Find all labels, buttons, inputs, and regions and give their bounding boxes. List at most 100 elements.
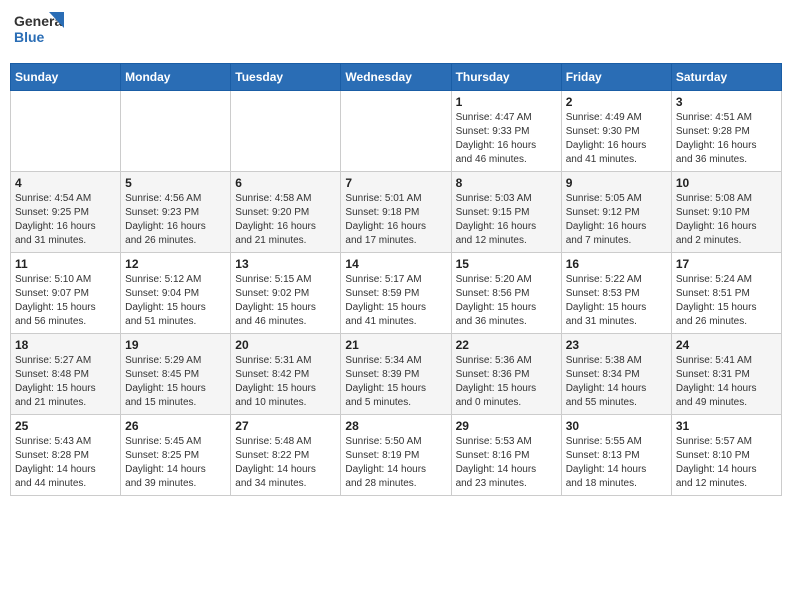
calendar-cell: [231, 91, 341, 172]
calendar-cell: 10Sunrise: 5:08 AMSunset: 9:10 PMDayligh…: [671, 172, 781, 253]
header-day-saturday: Saturday: [671, 64, 781, 91]
day-info-line: and 41 minutes.: [566, 153, 667, 167]
day-number: 23: [566, 338, 667, 352]
day-info-line: Daylight: 16 hours: [456, 220, 557, 234]
day-info-line: and 31 minutes.: [15, 234, 116, 248]
day-info-line: and 12 minutes.: [676, 477, 777, 491]
day-number: 6: [235, 176, 336, 190]
day-info-line: Sunrise: 5:01 AM: [345, 192, 446, 206]
day-info-line: Sunrise: 4:54 AM: [15, 192, 116, 206]
day-info-line: and 0 minutes.: [456, 396, 557, 410]
day-number: 28: [345, 419, 446, 433]
day-info-line: Sunset: 9:15 PM: [456, 206, 557, 220]
day-number: 13: [235, 257, 336, 271]
day-info-line: Sunrise: 5:31 AM: [235, 354, 336, 368]
day-info-line: Sunset: 9:02 PM: [235, 287, 336, 301]
day-info-line: Sunset: 9:20 PM: [235, 206, 336, 220]
day-info-line: and 41 minutes.: [345, 315, 446, 329]
day-number: 19: [125, 338, 226, 352]
calendar-cell: 11Sunrise: 5:10 AMSunset: 9:07 PMDayligh…: [11, 253, 121, 334]
day-info-line: Sunset: 8:39 PM: [345, 368, 446, 382]
day-info-line: and 34 minutes.: [235, 477, 336, 491]
day-info-line: Daylight: 15 hours: [235, 301, 336, 315]
day-info-line: and 2 minutes.: [676, 234, 777, 248]
header-day-tuesday: Tuesday: [231, 64, 341, 91]
day-info-line: Sunset: 9:23 PM: [125, 206, 226, 220]
day-info-line: and 15 minutes.: [125, 396, 226, 410]
calendar-cell: 25Sunrise: 5:43 AMSunset: 8:28 PMDayligh…: [11, 415, 121, 496]
day-info-line: Daylight: 15 hours: [15, 301, 116, 315]
logo-svg: GeneralBlue: [14, 10, 64, 55]
svg-text:Blue: Blue: [14, 29, 45, 45]
day-info-line: Sunset: 9:30 PM: [566, 125, 667, 139]
calendar-cell: 19Sunrise: 5:29 AMSunset: 8:45 PMDayligh…: [121, 334, 231, 415]
calendar-cell: 30Sunrise: 5:55 AMSunset: 8:13 PMDayligh…: [561, 415, 671, 496]
calendar-cell: 9Sunrise: 5:05 AMSunset: 9:12 PMDaylight…: [561, 172, 671, 253]
calendar-cell: [341, 91, 451, 172]
day-number: 4: [15, 176, 116, 190]
calendar-cell: 13 Sunrise: 5:15 AMSunset: 9:02 PMDayligh…: [231, 253, 341, 334]
day-info-line: and 17 minutes.: [345, 234, 446, 248]
day-info-line: Daylight: 14 hours: [566, 463, 667, 477]
day-info-line: Daylight: 16 hours: [566, 139, 667, 153]
day-info-line: Daylight: 15 hours: [15, 382, 116, 396]
day-info-line: and 39 minutes.: [125, 477, 226, 491]
calendar-cell: 6Sunrise: 4:58 AMSunset: 9:20 PMDaylight…: [231, 172, 341, 253]
calendar-cell: 7Sunrise: 5:01 AMSunset: 9:18 PMDaylight…: [341, 172, 451, 253]
day-info-line: Sunrise: 4:56 AM: [125, 192, 226, 206]
week-row-5: 25Sunrise: 5:43 AMSunset: 8:28 PMDayligh…: [11, 415, 782, 496]
week-row-2: 4Sunrise: 4:54 AMSunset: 9:25 PMDaylight…: [11, 172, 782, 253]
day-number: 11: [15, 257, 116, 271]
day-info-line: Sunset: 8:51 PM: [676, 287, 777, 301]
day-number: 17: [676, 257, 777, 271]
day-number: 25: [15, 419, 116, 433]
day-number: 18: [15, 338, 116, 352]
calendar-table: SundayMondayTuesdayWednesdayThursdayFrid…: [10, 63, 782, 496]
day-info-line: Sunset: 8:13 PM: [566, 449, 667, 463]
day-info-line: Sunrise: 5:55 AM: [566, 435, 667, 449]
day-info-line: Sunrise: 5:24 AM: [676, 273, 777, 287]
day-info-line: Sunset: 8:34 PM: [566, 368, 667, 382]
calendar-cell: 29Sunrise: 5:53 AMSunset: 8:16 PMDayligh…: [451, 415, 561, 496]
week-row-3: 11Sunrise: 5:10 AMSunset: 9:07 PMDayligh…: [11, 253, 782, 334]
calendar-cell: 23Sunrise: 5:38 AMSunset: 8:34 PMDayligh…: [561, 334, 671, 415]
day-info-line: Sunrise: 5:53 AM: [456, 435, 557, 449]
day-info-line: Daylight: 15 hours: [456, 382, 557, 396]
day-info-line: Sunset: 8:45 PM: [125, 368, 226, 382]
day-info-line: Daylight: 15 hours: [345, 301, 446, 315]
day-info-line: Sunset: 8:56 PM: [456, 287, 557, 301]
day-info-line: Daylight: 15 hours: [676, 301, 777, 315]
day-info-line: and 5 minutes.: [345, 396, 446, 410]
day-info-line: Daylight: 16 hours: [676, 220, 777, 234]
day-info-line: and 21 minutes.: [15, 396, 116, 410]
day-number: 15: [456, 257, 557, 271]
day-number: 12: [125, 257, 226, 271]
day-info-line: Daylight: 16 hours: [15, 220, 116, 234]
calendar-cell: 20Sunrise: 5:31 AMSunset: 8:42 PMDayligh…: [231, 334, 341, 415]
calendar-cell: 14Sunrise: 5:17 AMSunset: 8:59 PMDayligh…: [341, 253, 451, 334]
day-info-line: Daylight: 15 hours: [566, 301, 667, 315]
day-info-line: and 10 minutes.: [235, 396, 336, 410]
day-info-line: Sunset: 9:28 PM: [676, 125, 777, 139]
day-info-line: Daylight: 16 hours: [235, 220, 336, 234]
week-row-1: 1Sunrise: 4:47 AMSunset: 9:33 PMDaylight…: [11, 91, 782, 172]
day-info-line: Daylight: 15 hours: [235, 382, 336, 396]
calendar-cell: 21Sunrise: 5:34 AMSunset: 8:39 PMDayligh…: [341, 334, 451, 415]
day-info-line: Daylight: 14 hours: [676, 382, 777, 396]
calendar-cell: 31Sunrise: 5:57 AMSunset: 8:10 PMDayligh…: [671, 415, 781, 496]
day-number: 31: [676, 419, 777, 433]
day-info-line: Sunset: 8:19 PM: [345, 449, 446, 463]
day-info-line: Sunrise: 5:45 AM: [125, 435, 226, 449]
calendar-cell: 15Sunrise: 5:20 AMSunset: 8:56 PMDayligh…: [451, 253, 561, 334]
calendar-body: 1Sunrise: 4:47 AMSunset: 9:33 PMDaylight…: [11, 91, 782, 496]
day-number: 20: [235, 338, 336, 352]
day-info-line: Daylight: 15 hours: [125, 382, 226, 396]
header-day-friday: Friday: [561, 64, 671, 91]
calendar-cell: 24Sunrise: 5:41 AMSunset: 8:31 PMDayligh…: [671, 334, 781, 415]
calendar-cell: 22Sunrise: 5:36 AMSunset: 8:36 PMDayligh…: [451, 334, 561, 415]
calendar-cell: 27Sunrise: 5:48 AMSunset: 8:22 PMDayligh…: [231, 415, 341, 496]
day-info-line: Sunrise: 5:15 AM: [235, 273, 336, 287]
calendar-cell: 26Sunrise: 5:45 AMSunset: 8:25 PMDayligh…: [121, 415, 231, 496]
day-info-line: Sunrise: 5:10 AM: [15, 273, 116, 287]
day-info-line: and 46 minutes.: [456, 153, 557, 167]
